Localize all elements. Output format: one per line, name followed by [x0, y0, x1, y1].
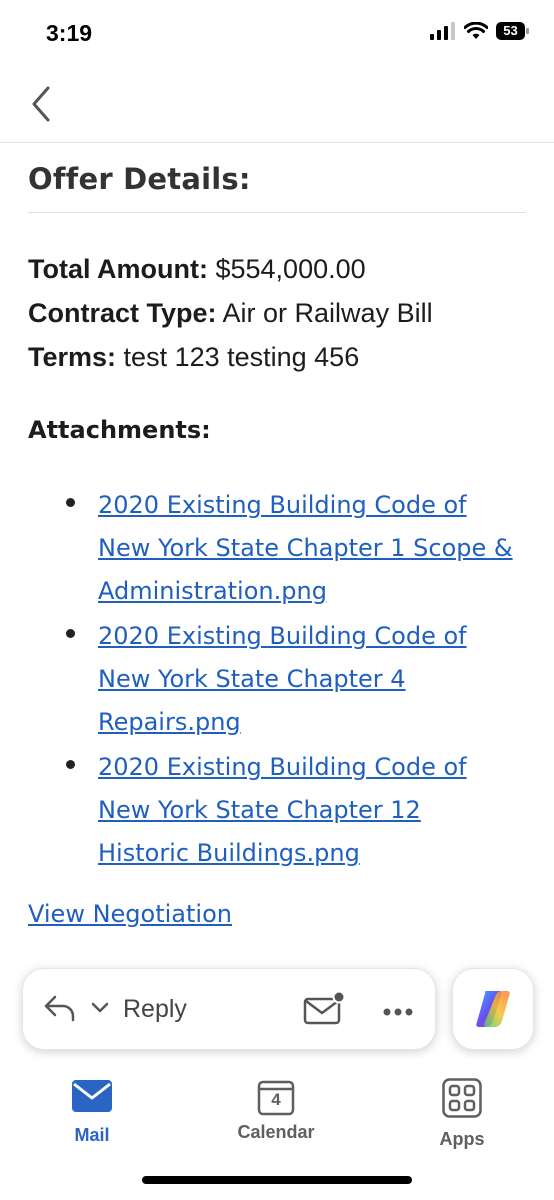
- terms-label: Terms:: [28, 342, 117, 372]
- battery-icon: 53: [496, 22, 530, 40]
- reply-arrow-icon: [44, 995, 75, 1022]
- attachment-link[interactable]: 2020 Existing Building Code of New York …: [98, 484, 536, 613]
- bullet: [66, 760, 75, 769]
- contract-type-row: Contract Type: Air or Railway Bill: [28, 298, 433, 329]
- attachment-line: New York State Chapter 4: [98, 665, 406, 693]
- total-amount-label: Total Amount:: [28, 254, 208, 284]
- terms-row: Terms: test 123 testing 456: [28, 342, 359, 373]
- tab-apps[interactable]: Apps: [392, 1078, 532, 1150]
- apps-icon: [442, 1078, 482, 1118]
- tab-label: Mail: [74, 1125, 110, 1145]
- signal-icon: [430, 22, 455, 40]
- view-negotiation-link[interactable]: View Negotiation: [28, 900, 232, 928]
- attachment-line: 2020 Existing Building Code of: [98, 753, 467, 781]
- back-button[interactable]: [26, 84, 60, 124]
- tab-label: Calendar: [237, 1122, 315, 1142]
- reply-options-button[interactable]: [91, 1001, 109, 1019]
- tab-label: Apps: [439, 1129, 485, 1149]
- copilot-icon: [476, 991, 510, 1027]
- mail-icon: [72, 1080, 112, 1112]
- total-amount-row: Total Amount: $554,000.00: [28, 254, 366, 285]
- envelope-dot-icon: [303, 990, 346, 1025]
- tab-calendar[interactable]: 4 Calendar: [206, 1078, 346, 1143]
- calendar-date: 4: [271, 1090, 281, 1109]
- attachment-line: New York State Chapter 12: [98, 796, 421, 824]
- chevron-down-icon: [91, 1002, 109, 1013]
- bullet: [66, 629, 75, 638]
- status-bar: 3:19 53: [0, 0, 554, 70]
- attachment-item: 2020 Existing Building Code of New York …: [66, 615, 536, 744]
- attachment-link[interactable]: 2020 Existing Building Code of New York …: [98, 746, 536, 875]
- copilot-button[interactable]: [452, 968, 534, 1050]
- attachment-line: Historic Buildings.png: [98, 839, 360, 867]
- reply-label[interactable]: Reply: [123, 995, 187, 1024]
- status-icons: 53: [430, 22, 530, 40]
- calendar-icon: 4: [257, 1078, 295, 1116]
- contract-type-label: Contract Type:: [28, 298, 217, 328]
- battery-level: 53: [503, 23, 518, 38]
- home-indicator[interactable]: [142, 1176, 412, 1184]
- header: [0, 70, 554, 143]
- terms-value: test 123 testing 456: [123, 342, 360, 372]
- offer-details-title: Offer Details:: [28, 162, 251, 196]
- status-time: 3:19: [46, 20, 93, 46]
- attachments-list: 2020 Existing Building Code of New York …: [66, 484, 536, 877]
- bullet: [66, 498, 75, 507]
- attachment-item: 2020 Existing Building Code of New York …: [66, 746, 536, 875]
- attachment-item: 2020 Existing Building Code of New York …: [66, 484, 536, 613]
- attachment-line: Repairs.png: [98, 708, 241, 736]
- contract-type-value: Air or Railway Bill: [222, 298, 433, 328]
- more-dots-icon: [383, 1008, 413, 1016]
- chevron-left-icon: [32, 86, 50, 122]
- reply-bar: Reply: [22, 968, 436, 1050]
- wifi-icon: [464, 22, 488, 39]
- tab-mail[interactable]: Mail: [22, 1078, 162, 1146]
- more-button[interactable]: [383, 1003, 413, 1021]
- attachment-line: 2020 Existing Building Code of: [98, 491, 467, 519]
- attachment-line: 2020 Existing Building Code of: [98, 622, 467, 650]
- attachments-title: Attachments:: [28, 416, 211, 444]
- total-amount-value: $554,000.00: [215, 254, 366, 284]
- reply-button[interactable]: [43, 993, 77, 1028]
- mark-unread-button[interactable]: [303, 990, 346, 1032]
- divider: [28, 212, 526, 213]
- attachment-link[interactable]: 2020 Existing Building Code of New York …: [98, 615, 536, 744]
- attachment-line: New York State Chapter 1 Scope &: [98, 534, 513, 562]
- attachment-line: Administration.png: [98, 577, 327, 605]
